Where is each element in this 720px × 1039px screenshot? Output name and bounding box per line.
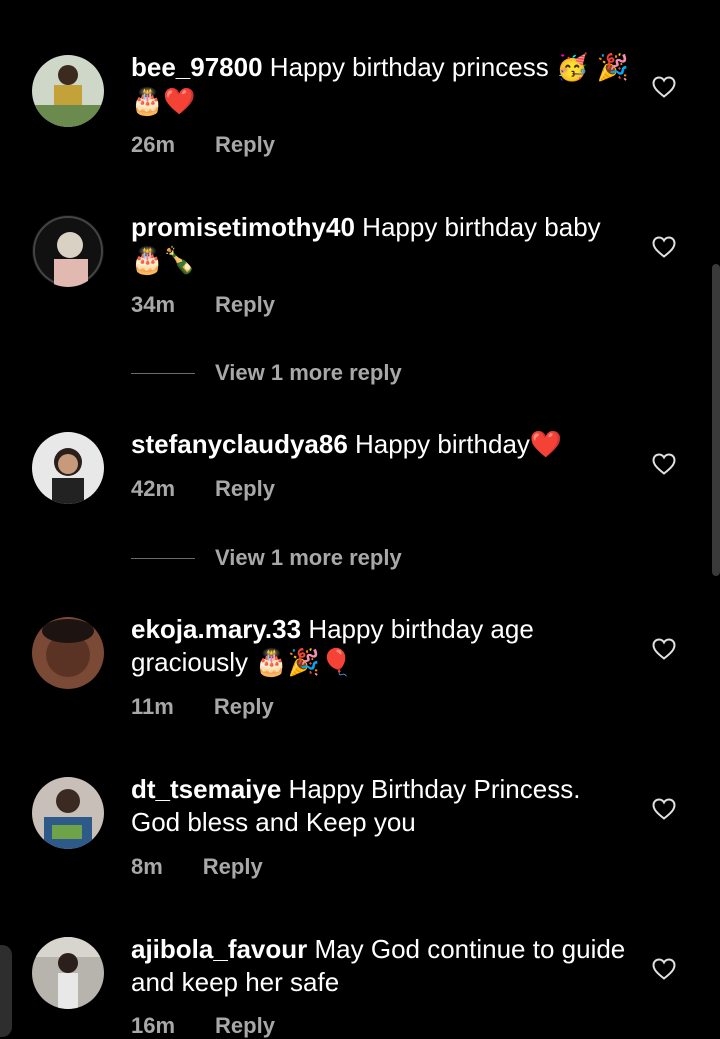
- heart-icon[interactable]: [652, 236, 676, 258]
- heart-icon[interactable]: [652, 798, 676, 820]
- reply-button[interactable]: Reply: [214, 694, 274, 719]
- heart-icon[interactable]: [652, 638, 676, 660]
- comment-text: ajibola_favour May God continue to guide…: [131, 933, 631, 1000]
- comment-username[interactable]: promisetimothy40: [131, 212, 355, 242]
- comment-message: Happy birthday baby: [354, 212, 601, 242]
- avatar[interactable]: [32, 937, 104, 1009]
- comment-text: stefanyclaudya86 Happy birthday❤️: [131, 428, 631, 462]
- heart-icon[interactable]: [652, 76, 676, 98]
- comment-time: 11m: [131, 694, 174, 719]
- reply-button[interactable]: Reply: [203, 854, 263, 879]
- reply-button[interactable]: Reply: [215, 476, 275, 501]
- comment-emojis: 🎂🍾: [131, 246, 196, 276]
- comment-message: Happy birthday: [347, 429, 530, 459]
- comment-meta: 26m Reply: [131, 132, 275, 158]
- comment-text: ekoja.mary.33 Happy birthday age graciou…: [131, 613, 631, 680]
- view-more-replies[interactable]: View 1 more reply: [131, 543, 402, 573]
- comment-time: 26m: [131, 132, 176, 157]
- comment-emojis: 🎂🎉🎈: [255, 648, 353, 678]
- comment-time: 8m: [131, 854, 163, 879]
- comment-message: Happy birthday princess: [262, 52, 556, 82]
- view-more-label[interactable]: View 1 more reply: [215, 360, 402, 386]
- comment-time: 34m: [131, 292, 176, 317]
- comment-username[interactable]: stefanyclaudya86: [131, 429, 348, 459]
- comment-text: dt_tsemaiye Happy Birthday Princess. God…: [131, 773, 631, 840]
- avatar[interactable]: [32, 617, 104, 689]
- comment-time: 42m: [131, 476, 176, 501]
- divider-line: [131, 557, 195, 559]
- comment-meta: 8m Reply: [131, 854, 263, 880]
- comment-username[interactable]: dt_tsemaiye: [131, 774, 281, 804]
- comment-time: 16m: [131, 1013, 176, 1038]
- avatar[interactable]: [32, 215, 104, 287]
- comment-meta: 16m Reply: [131, 1013, 275, 1039]
- comment-text: bee_97800 Happy birthday princess 🥳 🎉🎂❤️: [131, 51, 631, 119]
- comment-meta: 34m Reply: [131, 292, 275, 318]
- avatar[interactable]: [32, 777, 104, 849]
- view-more-label[interactable]: View 1 more reply: [215, 545, 402, 571]
- comment-username[interactable]: bee_97800: [131, 52, 263, 82]
- view-more-replies[interactable]: View 1 more reply: [131, 358, 402, 388]
- comment-username[interactable]: ajibola_favour: [131, 934, 307, 964]
- comment-username[interactable]: ekoja.mary.33: [131, 614, 301, 644]
- comment-text: promisetimothy40 Happy birthday baby 🎂🍾: [131, 211, 631, 278]
- heart-icon[interactable]: [652, 958, 676, 980]
- divider-line: [131, 372, 195, 374]
- scrollbar[interactable]: [712, 264, 720, 576]
- comment-meta: 42m Reply: [131, 476, 275, 502]
- avatar[interactable]: [32, 55, 104, 127]
- edge-panel-handle[interactable]: [0, 945, 12, 1037]
- reply-button[interactable]: Reply: [215, 292, 275, 317]
- avatar[interactable]: [32, 432, 104, 504]
- reply-button[interactable]: Reply: [215, 132, 275, 157]
- comment-meta: 11m Reply: [131, 694, 274, 720]
- heart-icon[interactable]: [652, 453, 676, 475]
- reply-button[interactable]: Reply: [215, 1013, 275, 1038]
- comment-emojis: ❤️: [529, 430, 563, 460]
